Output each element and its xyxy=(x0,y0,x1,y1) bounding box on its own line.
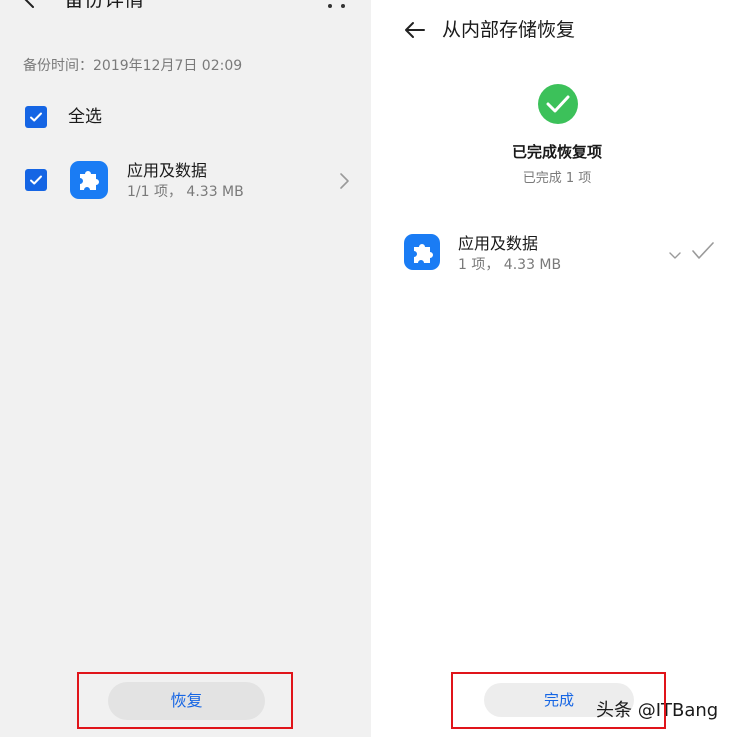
backup-time: 备份时间：2019年12月7日 02:09 xyxy=(23,58,243,74)
more-icon[interactable] xyxy=(328,4,348,10)
item-checkbox[interactable] xyxy=(25,169,47,191)
highlight-box-restore xyxy=(77,672,293,729)
chevron-right-icon[interactable] xyxy=(338,172,350,190)
puzzle-app-icon xyxy=(404,234,440,270)
success-check-icon xyxy=(538,84,578,124)
restore-complete-panel: 从内部存储恢复 已完成恢复项 已完成 1 项 应用及数据 1 项， 4.33 M… xyxy=(371,0,743,737)
chevron-down-icon[interactable] xyxy=(668,246,682,259)
done-title: 已完成恢复项 xyxy=(511,143,602,161)
select-all-checkbox[interactable] xyxy=(25,106,47,128)
highlight-box-finish xyxy=(451,672,666,729)
page-title: 备份详情 xyxy=(64,0,144,12)
back-arrow-icon[interactable] xyxy=(22,0,48,12)
backup-details-panel: 备份详情 备份时间：2019年12月7日 02:09 全选 应用及数据 1/1 … xyxy=(0,0,371,737)
item-subtitle: 1 项， 4.33 MB xyxy=(458,257,562,273)
done-count: 已完成 1 项 xyxy=(522,171,592,186)
checkmark-icon xyxy=(691,241,715,261)
item-title: 应用及数据 xyxy=(458,234,539,253)
puzzle-app-icon xyxy=(70,161,108,199)
item-subtitle: 1/1 项， 4.33 MB xyxy=(127,184,244,200)
item-title: 应用及数据 xyxy=(127,161,208,180)
back-arrow-icon[interactable] xyxy=(403,18,427,42)
page-title: 从内部存储恢复 xyxy=(442,19,576,41)
select-all-label: 全选 xyxy=(68,107,102,127)
